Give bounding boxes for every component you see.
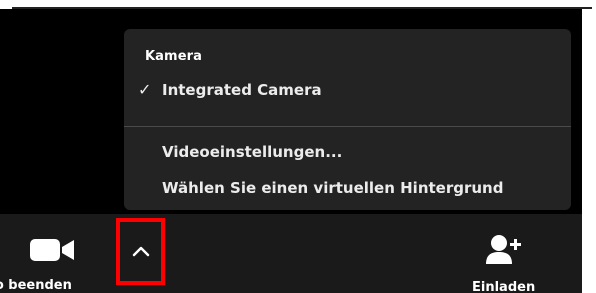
menu-item-video-settings[interactable]: Videoeinstellungen...	[124, 139, 571, 167]
invite-label: Einladen	[472, 280, 536, 293]
video-options-caret-button[interactable]	[116, 218, 165, 285]
menu-item-label: Integrated Camera	[162, 81, 322, 99]
menu-item-label: Videoeinstellungen...	[162, 143, 343, 161]
camera-menu: Kamera ✓ Integrated Camera Videoeinstell…	[124, 29, 571, 210]
zoom-meeting-window: Kamera ✓ Integrated Camera Videoeinstell…	[0, 0, 596, 293]
meeting-toolbar: eo beenden Einladen	[0, 214, 582, 293]
video-camera-icon	[30, 239, 74, 261]
stop-video-button[interactable]: eo beenden	[0, 214, 100, 293]
menu-divider	[124, 126, 571, 127]
checkmark-icon: ✓	[138, 80, 152, 99]
chevron-up-icon	[132, 246, 150, 257]
menu-item-integrated-camera[interactable]: ✓ Integrated Camera	[124, 77, 571, 105]
meeting-video-area: Kamera ✓ Integrated Camera Videoeinstell…	[0, 9, 582, 293]
camera-menu-heading: Kamera	[145, 49, 202, 64]
menu-item-virtual-background[interactable]: Wählen Sie einen virtuellen Hintergrund	[124, 175, 571, 203]
invite-button[interactable]: Einladen	[460, 214, 560, 293]
menu-item-label: Wählen Sie einen virtuellen Hintergrund	[162, 179, 504, 197]
stop-video-label: eo beenden	[0, 278, 72, 293]
window-right-edge	[582, 9, 596, 293]
add-user-icon	[486, 235, 521, 264]
